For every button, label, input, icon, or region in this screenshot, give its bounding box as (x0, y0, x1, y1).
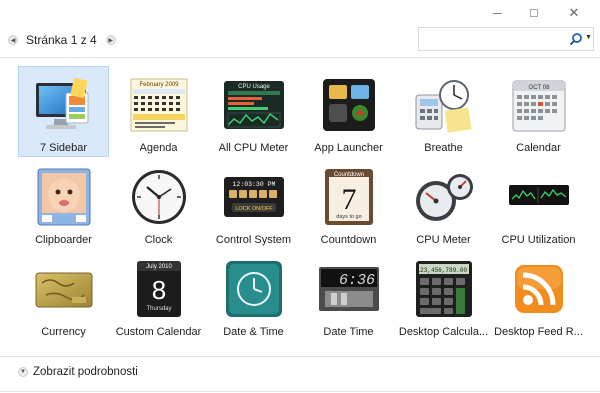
teal-clock-icon (222, 257, 286, 321)
previous-page-button[interactable]: ◀ (8, 35, 18, 45)
gadget-grid: 7 Sidebar February 2009 Agenda CPU Usage… (18, 66, 590, 348)
control-lock-text: LOCK ON/OFF (235, 206, 273, 212)
gadget-label: CPU Meter (416, 234, 471, 246)
gadget-label: Countdown (320, 234, 377, 246)
rss-feed-icon (507, 257, 571, 321)
gadget-gallery-window: ✕ ◀ Stránka 1 z 4 ▶ ▼ 7 Sidebar February… (0, 0, 600, 393)
gadget-label: Breathe (424, 142, 463, 154)
footer-divider (0, 356, 600, 357)
cpu-usage-text: CPU Usage (238, 84, 270, 90)
gadget-label: App Launcher (314, 142, 383, 154)
show-details-label: Zobrazit podrobnosti (33, 366, 138, 378)
maximize-button[interactable] (519, 4, 549, 22)
monitor-sidebar-icon (32, 73, 96, 137)
search-input[interactable] (423, 31, 563, 47)
gadget-tile-clock[interactable]: Clock (113, 158, 204, 249)
calculator-icon: 123,456,789.00 (412, 257, 476, 321)
cpu-graph-icon (507, 165, 571, 229)
cpu-meter-panel-icon: CPU Usage (222, 73, 286, 137)
countdown-title-text: Countdown (333, 172, 363, 178)
custom-calendar-icon: July 2010 8 Thursday (127, 257, 191, 321)
search-options-chevron-icon[interactable]: ▼ (585, 34, 592, 41)
search-box[interactable]: ▼ (418, 27, 594, 51)
header-divider (0, 57, 600, 58)
calendar-icon: OCT 08 (507, 73, 571, 137)
breathe-clock-calculator-icon (412, 73, 476, 137)
calendar-month-text: OCT 08 (528, 85, 550, 91)
countdown-calendar-icon: Countdown 7 days to go (317, 165, 381, 229)
control-system-icon: 12:03:30 PM LOCK ON/OFF (222, 165, 286, 229)
gadget-label: Control System (215, 234, 292, 246)
gadget-tile-countdown[interactable]: Countdown 7 days to go Countdown (303, 158, 394, 249)
close-button[interactable]: ✕ (559, 4, 589, 22)
gadget-tile-agenda[interactable]: February 2009 Agenda (113, 66, 204, 157)
gadget-tile-desktop-feed-reader[interactable]: Desktop Feed R... (493, 250, 584, 341)
close-icon: ✕ (568, 5, 580, 21)
page-indicator: Stránka 1 z 4 (26, 33, 97, 47)
gadget-label: CPU Utilization (501, 234, 576, 246)
cpu-gauge-icon (412, 165, 476, 229)
analog-clock-icon (127, 165, 191, 229)
countdown-sub-text: days to go (336, 214, 361, 220)
custom-day-text: 8 (151, 275, 165, 305)
gadget-label: 7 Sidebar (39, 142, 88, 154)
gadget-tile-app-launcher[interactable]: App Launcher (303, 66, 394, 157)
gadget-label: Date & Time (223, 326, 284, 338)
gadget-label: Currency (41, 326, 86, 338)
chevron-down-icon: ▼ (18, 367, 28, 377)
gadget-tile-date-time[interactable]: Date & Time (208, 250, 299, 341)
baby-photo-icon (32, 165, 96, 229)
countdown-number-text: 7 (341, 183, 356, 216)
digital-clock-icon: 6:36 (317, 257, 381, 321)
digital-time-text: 6:36 (338, 272, 374, 289)
control-time-text: 12:03:30 PM (232, 181, 275, 188)
app-launcher-icon (317, 73, 381, 137)
gadget-label: Desktop Calcula... (398, 326, 489, 338)
gadget-tile-cpu-utilization[interactable]: CPU Utilization (493, 158, 584, 249)
agenda-month-text: February 2009 (139, 82, 179, 88)
gadget-tile-7-sidebar[interactable]: 7 Sidebar (18, 66, 109, 157)
gadget-tile-desktop-calculator[interactable]: 123,456,789.00 Desktop Calcula... (398, 250, 489, 341)
gadget-label: All CPU Meter (218, 142, 289, 154)
search-icon[interactable] (569, 32, 583, 46)
custom-weekday-text: Thursday (146, 306, 171, 312)
agenda-calendar-icon: February 2009 (127, 73, 191, 137)
gadget-label: Calendar (516, 142, 561, 154)
minimize-icon (492, 12, 502, 14)
next-page-button[interactable]: ▶ (105, 35, 116, 45)
gadget-tile-calendar[interactable]: OCT 08 Calendar (493, 66, 584, 157)
gadget-tile-all-cpu-meter[interactable]: CPU Usage All CPU Meter (208, 66, 299, 157)
gadget-tile-breathe[interactable]: Breathe (398, 66, 489, 157)
gadget-label: Date Time (323, 326, 374, 338)
maximize-icon (530, 9, 538, 17)
gadget-label: Clipboarder (35, 234, 92, 246)
gadget-tile-currency[interactable]: Currency (18, 250, 109, 341)
minimize-button[interactable] (482, 4, 512, 22)
bottom-divider (0, 391, 600, 392)
gadget-label: Custom Calendar (115, 326, 202, 338)
gadget-label: Agenda (139, 142, 178, 154)
gadget-label: Clock (144, 234, 173, 246)
gadget-tile-clipboarder[interactable]: Clipboarder (18, 158, 109, 249)
gadget-tile-control-system[interactable]: 12:03:30 PM LOCK ON/OFF Control System (208, 158, 299, 249)
gadget-tile-custom-calendar[interactable]: July 2010 8 Thursday Custom Calendar (113, 250, 204, 341)
gadget-label: Desktop Feed R... (494, 326, 583, 338)
page-navigator: ◀ Stránka 1 z 4 ▶ (8, 32, 116, 48)
custom-month-text: July 2010 (146, 264, 172, 270)
gadget-tile-date-time-digital[interactable]: 6:36 Date Time (303, 250, 394, 341)
show-details-toggle[interactable]: ▼ Zobrazit podrobnosti (18, 366, 138, 378)
gadget-tile-cpu-meter[interactable]: CPU Meter (398, 158, 489, 249)
currency-card-icon (32, 257, 96, 321)
calc-display-text: 123,456,789.00 (416, 267, 467, 274)
